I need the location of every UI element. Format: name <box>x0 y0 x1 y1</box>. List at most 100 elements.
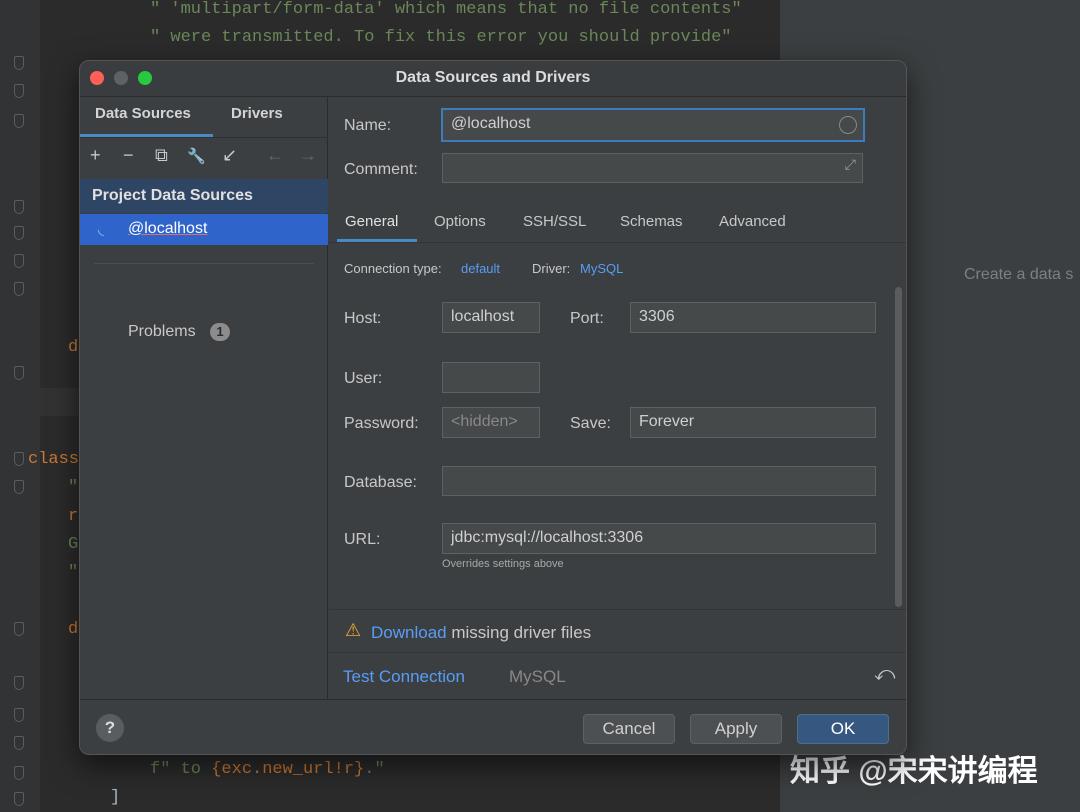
revert-icon[interactable]: ⤺ <box>874 663 895 686</box>
host-field[interactable]: localhost <box>442 302 540 333</box>
fold-marker-icon[interactable] <box>14 226 24 240</box>
fold-marker-icon[interactable] <box>14 200 24 214</box>
save-label: Save: <box>570 415 611 432</box>
connection-type-label: Connection type: <box>344 261 442 276</box>
divider <box>80 137 328 138</box>
driver-label: Driver: <box>532 261 571 276</box>
fold-marker-icon[interactable] <box>14 282 24 296</box>
color-picker-icon[interactable] <box>839 116 857 134</box>
fold-marker-icon[interactable] <box>14 480 24 494</box>
tab-ssh-ssl[interactable]: SSH/SSL <box>523 213 586 230</box>
data-sources-dialog: Data Sources and Drivers Data Sources Dr… <box>79 60 907 755</box>
driver-link[interactable]: MySQL <box>580 261 623 276</box>
save-select[interactable]: Forever <box>630 407 876 438</box>
tab-drivers[interactable]: Drivers <box>231 105 283 122</box>
remove-icon[interactable]: − <box>123 145 134 166</box>
fold-marker-icon[interactable] <box>14 766 24 780</box>
code-line: d <box>68 620 79 639</box>
divider <box>329 242 906 243</box>
test-connection-link[interactable]: Test Connection <box>343 667 465 687</box>
code-line: " 'multipart/form-data' which means that… <box>150 0 742 19</box>
user-field[interactable] <box>442 362 540 393</box>
tab-advanced[interactable]: Advanced <box>719 213 786 230</box>
database-label: Database: <box>344 474 417 491</box>
data-source-settings: Name: @localhost Comment: ⤢ General Opti… <box>329 97 906 699</box>
code-string: f" to <box>150 760 212 779</box>
empty-panel-hint[interactable]: Create a data s <box>964 266 1073 284</box>
help-button[interactable]: ? <box>96 714 124 742</box>
warning-text: missing driver files <box>446 623 592 642</box>
data-sources-sidebar: Data Sources Drivers + − ⧉ 🔧 ↙ ← → Proje… <box>80 97 328 699</box>
code-line: " <box>68 478 79 497</box>
code-line: " were transmitted. To fix this error yo… <box>150 28 732 47</box>
tab-options[interactable]: Options <box>434 213 486 230</box>
code-line: d <box>68 338 79 357</box>
dialog-footer: ? Cancel Apply OK <box>80 699 906 754</box>
add-icon[interactable]: + <box>90 145 101 166</box>
tab-general[interactable]: General <box>345 213 398 230</box>
name-label: Name: <box>344 117 392 134</box>
user-label: User: <box>344 370 383 387</box>
database-field[interactable] <box>442 466 876 496</box>
fold-marker-icon[interactable] <box>14 736 24 750</box>
code-line: ] <box>110 788 121 807</box>
download-driver-link[interactable]: Download <box>371 623 447 642</box>
code-string: ." <box>364 760 385 779</box>
problems-count-badge: 1 <box>210 323 230 341</box>
code-line: class <box>28 450 80 469</box>
warning-message: Download missing driver files <box>371 623 591 643</box>
tab-schemas[interactable]: Schemas <box>620 213 683 230</box>
data-source-label: @localhost <box>128 220 208 237</box>
comment-label: Comment: <box>344 161 418 178</box>
dialog-titlebar[interactable]: Data Sources and Drivers <box>80 61 906 97</box>
code-line: " <box>68 563 79 582</box>
connection-actions: Test Connection MySQL ⤺ <box>329 654 906 699</box>
group-header[interactable]: Project Data Sources <box>80 179 328 213</box>
port-field[interactable]: 3306 <box>630 302 876 333</box>
fold-marker-icon[interactable] <box>14 84 24 98</box>
apply-button[interactable]: Apply <box>690 714 782 744</box>
fold-marker-icon[interactable] <box>14 254 24 268</box>
code-line: r <box>68 507 79 526</box>
code-expression: {exc.new_url!r} <box>211 760 365 779</box>
expand-icon[interactable]: ⤢ <box>845 156 856 173</box>
divider <box>94 263 314 264</box>
url-label: URL: <box>344 531 381 548</box>
password-field[interactable]: <hidden> <box>442 407 540 438</box>
cancel-button[interactable]: Cancel <box>583 714 675 744</box>
fold-marker-icon[interactable] <box>14 676 24 690</box>
driver-name-label: MySQL <box>509 667 566 686</box>
port-label: Port: <box>570 310 604 327</box>
fold-marker-icon[interactable] <box>14 792 24 806</box>
name-field[interactable]: @localhost <box>441 108 865 142</box>
mysql-dolphin-icon: ◟ <box>98 221 105 238</box>
url-field[interactable]: jdbc:mysql://localhost:3306 <box>442 523 876 554</box>
fold-marker-icon[interactable] <box>14 708 24 722</box>
fold-marker-icon[interactable] <box>14 366 24 380</box>
tab-data-sources[interactable]: Data Sources <box>95 105 191 122</box>
vertical-scrollbar[interactable] <box>895 287 902 607</box>
fold-marker-icon[interactable] <box>14 114 24 128</box>
name-value: @localhost <box>451 115 531 132</box>
ok-button[interactable]: OK <box>797 714 889 744</box>
fold-marker-icon[interactable] <box>14 622 24 636</box>
code-line: G <box>68 535 79 554</box>
fold-marker-icon[interactable] <box>14 452 24 466</box>
password-placeholder: <hidden> <box>451 413 518 430</box>
back-arrow-icon[interactable]: ← <box>266 145 284 166</box>
forward-arrow-icon[interactable]: → <box>299 145 317 166</box>
import-icon[interactable]: ↙ <box>222 145 237 166</box>
comment-field[interactable]: ⤢ <box>442 153 863 183</box>
group-header-label: Project Data Sources <box>92 187 253 204</box>
wrench-icon[interactable]: 🔧 <box>187 147 206 165</box>
warning-icon: ⚠ <box>345 620 362 640</box>
connection-type-link[interactable]: default <box>461 261 500 276</box>
url-hint: Overrides settings above <box>442 558 564 570</box>
host-label: Host: <box>344 310 382 327</box>
code-line: f" to {exc.new_url!r}." <box>150 760 385 779</box>
fold-marker-icon[interactable] <box>14 56 24 70</box>
problems-link[interactable]: Problems <box>128 323 196 341</box>
data-source-item-localhost[interactable]: ◟ @localhost <box>80 214 328 245</box>
copy-icon[interactable]: ⧉ <box>155 145 168 166</box>
missing-driver-banner: ⚠ Download missing driver files <box>329 609 906 653</box>
